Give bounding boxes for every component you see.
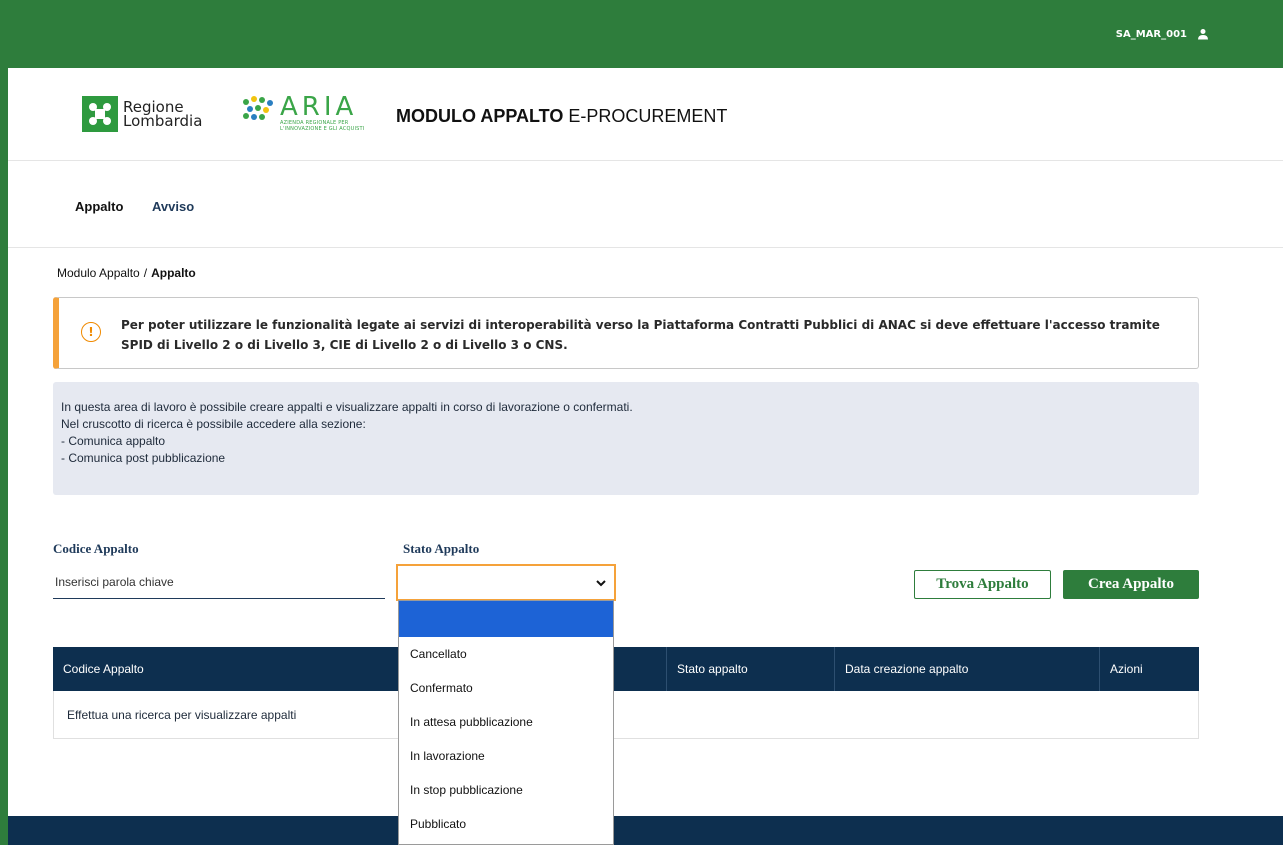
nav-item-avviso[interactable]: Avviso bbox=[152, 199, 194, 214]
info-line: - Comunica appalto bbox=[61, 434, 166, 448]
info-line: Nel cruscotto di ricerca è possibile acc… bbox=[61, 417, 366, 431]
main-nav: Appalto Avviso bbox=[8, 161, 1283, 248]
info-line: - Comunica post pubblicazione bbox=[61, 451, 226, 465]
window-left-border bbox=[0, 0, 8, 845]
column-header-stato: Stato appalto bbox=[677, 662, 748, 676]
chevron-down-icon bbox=[596, 580, 606, 587]
breadcrumb: Modulo Appalto / Appalto bbox=[57, 266, 196, 280]
page-title: MODULO APPALTO E-PROCUREMENT bbox=[396, 106, 728, 126]
breadcrumb-separator: / bbox=[143, 266, 148, 280]
column-header-codice: Codice Appalto bbox=[63, 662, 144, 676]
stato-appalto-select[interactable] bbox=[396, 564, 616, 601]
regione-lombardia-logo: Regione Lombardia bbox=[82, 96, 202, 132]
site-header: Regione Lombardia ARIA AZIENDA REGIONALE… bbox=[8, 68, 1283, 161]
dropdown-option-pubblicato[interactable]: Pubblicato bbox=[399, 807, 613, 841]
dropdown-option-in-attesa-pubblicazione[interactable]: In attesa pubblicazione bbox=[399, 705, 613, 739]
breadcrumb-current: Appalto bbox=[151, 266, 196, 280]
trova-appalto-button[interactable]: Trova Appalto bbox=[914, 570, 1051, 599]
table-empty-row: Effettua una ricerca per visualizzare ap… bbox=[53, 691, 1199, 739]
column-header-data: Data creazione appalto bbox=[845, 662, 969, 676]
codice-appalto-label: Codice Appalto bbox=[53, 541, 139, 556]
column-header-azioni: Azioni bbox=[1110, 662, 1143, 676]
username[interactable]: SA_MAR_001 bbox=[1116, 29, 1187, 40]
regione-lombardia-wordmark: Regione Lombardia bbox=[123, 98, 203, 130]
page: SA_MAR_001 Regione Lombardia ARIA AZIEND… bbox=[8, 0, 1283, 845]
footer bbox=[8, 816, 1283, 845]
aria-logo: ARIA AZIENDA REGIONALE PER L'INNOVAZIONE… bbox=[240, 94, 364, 132]
info-box: In questa area di lavoro è possibile cre… bbox=[53, 382, 1199, 495]
dropdown-option-in-stop-pubblicazione[interactable]: In stop pubblicazione bbox=[399, 773, 613, 807]
aria-wordmark: ARIA bbox=[280, 92, 358, 122]
nav-item-appalto[interactable]: Appalto bbox=[75, 199, 123, 214]
table-header: Codice Appalto Stato appalto Data creazi… bbox=[53, 647, 1199, 691]
warning-alert: ! Per poter utilizzare le funzionalità l… bbox=[53, 297, 1199, 369]
codice-appalto-input[interactable] bbox=[53, 566, 385, 599]
crea-appalto-button[interactable]: Crea Appalto bbox=[1063, 570, 1199, 599]
exclamation-icon: ! bbox=[81, 322, 101, 342]
info-line: In questa area di lavoro è possibile cre… bbox=[61, 400, 633, 414]
regione-lombardia-mark-icon bbox=[82, 96, 118, 132]
warning-text: Per poter utilizzare le funzionalità leg… bbox=[121, 318, 1160, 352]
dropdown-option-in-lavorazione[interactable]: In lavorazione bbox=[399, 739, 613, 773]
aria-dots-icon bbox=[243, 96, 273, 120]
user-menu[interactable]: SA_MAR_001 bbox=[1116, 28, 1209, 40]
dropdown-option-cancellato[interactable]: Cancellato bbox=[399, 637, 613, 671]
breadcrumb-parent[interactable]: Modulo Appalto bbox=[57, 266, 140, 280]
user-icon[interactable] bbox=[1197, 28, 1209, 40]
stato-appalto-label: Stato Appalto bbox=[403, 541, 480, 556]
dropdown-option-empty[interactable] bbox=[399, 601, 613, 637]
stato-appalto-dropdown-list: Cancellato Confermato In attesa pubblica… bbox=[398, 600, 614, 845]
top-bar: SA_MAR_001 bbox=[8, 0, 1283, 68]
dropdown-option-confermato[interactable]: Confermato bbox=[399, 671, 613, 705]
